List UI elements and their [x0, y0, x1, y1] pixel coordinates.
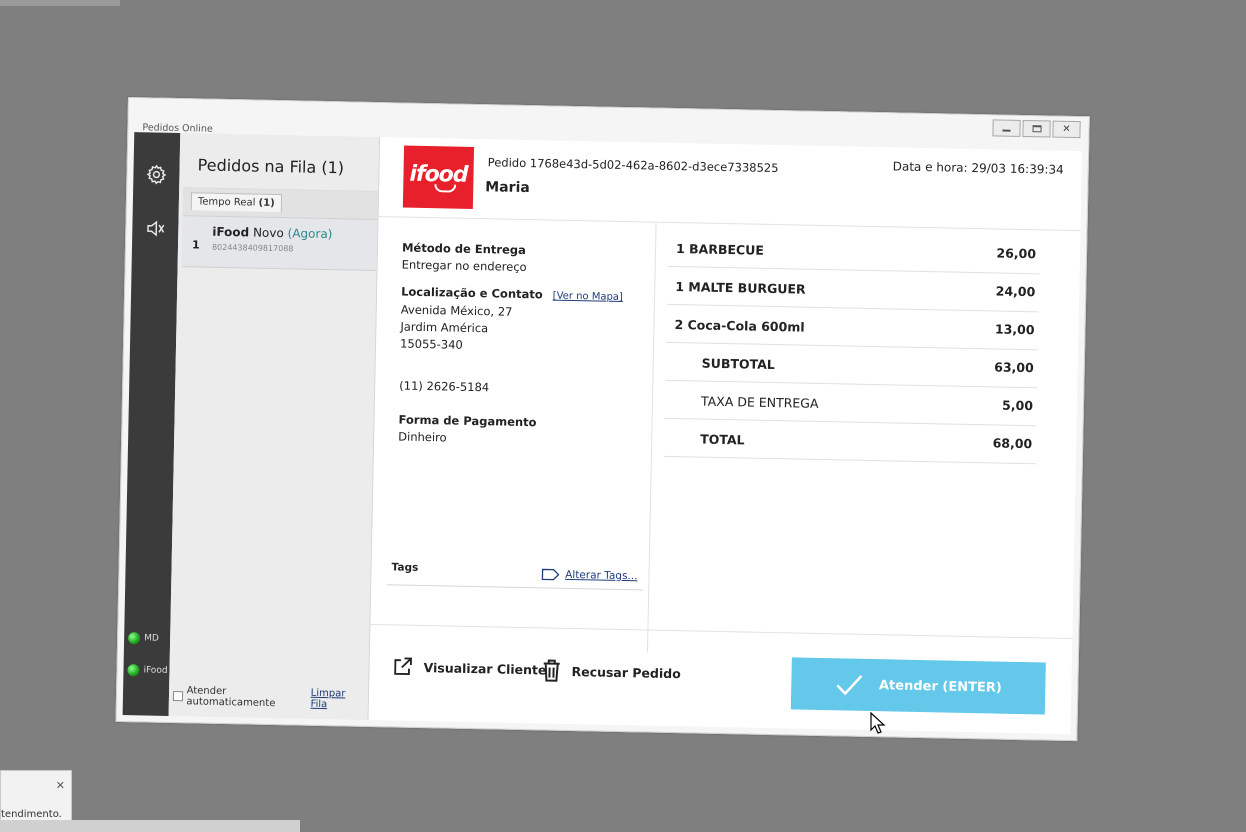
reject-order-button[interactable]: Recusar Pedido	[541, 658, 681, 685]
minimize-button[interactable]	[992, 119, 1021, 137]
order-details: Método de Entrega Entregar no endereço L…	[370, 217, 657, 653]
queue-item-title: iFood Novo (Agora)	[212, 224, 333, 242]
accept-order-button[interactable]: Atender (ENTER)	[790, 657, 1046, 715]
phone: (11) 2626-5184	[399, 378, 490, 395]
close-button[interactable]: ✕	[1052, 120, 1081, 139]
tag-icon	[541, 568, 560, 581]
queue-footer: Atender automaticamente Limpar Fila	[172, 685, 362, 711]
auto-attend-checkbox[interactable]	[172, 691, 183, 702]
items-table: 1 BARBECUE 26,00 1 MALTE BURGUER 24,00 2 C…	[663, 228, 1041, 465]
maximize-icon	[1031, 125, 1042, 133]
notification-text: tendimento.	[1, 809, 62, 820]
payment-section: Forma de Pagamento Dinheiro	[398, 412, 537, 445]
mute-icon[interactable]	[143, 216, 167, 240]
queue-item-number: 1	[191, 238, 200, 252]
location-section: Localização e Contato [Ver no Mapa] Aveni…	[399, 284, 623, 352]
background-window-edge	[0, 0, 120, 6]
status-light-icon	[128, 632, 141, 645]
delivery-section: Método de Entrega Entregar no endereço	[401, 240, 527, 275]
external-link-icon	[394, 657, 412, 676]
order-id: Pedido 1768e43d-5d02-462a-8602-d3ece7338…	[487, 155, 779, 176]
close-icon: ✕	[1062, 123, 1071, 135]
orders-window: Pedidos Online ✕ MD iFood Pedidos na Fil…	[115, 97, 1090, 742]
tags-section: Tags Alterar Tags...	[387, 559, 644, 591]
gear-icon[interactable]	[144, 162, 168, 186]
queue-panel: Pedidos na Fila (1) Tempo Real (1) 1 iFo…	[168, 133, 381, 720]
total-row: TOTAL 68,00	[663, 418, 1037, 465]
close-icon[interactable]: ✕	[56, 779, 65, 792]
background-taskbar	[0, 820, 300, 832]
ifood-logo: ifood	[402, 145, 475, 209]
status-md: MD	[128, 632, 159, 645]
maximize-button[interactable]	[1022, 119, 1051, 138]
queue-item-id: 8024438409817088	[211, 242, 294, 254]
order-datetime: Data e hora: 29/03 16:39:34	[892, 159, 1064, 177]
queue-tabs: Tempo Real (1)	[182, 187, 379, 220]
status-light-icon	[127, 664, 140, 677]
trash-icon	[543, 659, 560, 682]
action-bar: Visualizar Cliente Recusar Pedido Atende…	[368, 623, 1073, 735]
order-header: ifood Pedido 1768e43d-5d02-462a-8602-d3e…	[378, 137, 1083, 232]
tab-tempo-real[interactable]: Tempo Real (1)	[190, 192, 282, 213]
minimize-icon	[1002, 129, 1011, 132]
auto-attend-label: Atender automaticamente	[186, 685, 276, 710]
queue-title: Pedidos na Fila (1)	[197, 155, 345, 178]
view-client-button[interactable]: Visualizar Cliente	[391, 655, 547, 680]
view-map-link[interactable]: [Ver no Mapa]	[553, 291, 623, 303]
check-icon	[836, 674, 863, 696]
customer-name: Maria	[485, 179, 530, 197]
status-ifood: iFood	[127, 664, 168, 677]
queue-list-item[interactable]: 1 iFood Novo (Agora) 8024438409817088	[181, 215, 378, 272]
order-panel: ifood Pedido 1768e43d-5d02-462a-8602-d3e…	[368, 137, 1083, 735]
alter-tags[interactable]: Alterar Tags...	[541, 568, 638, 582]
mouse-cursor-icon	[870, 712, 886, 734]
clear-queue-link[interactable]: Limpar Fila	[310, 688, 362, 711]
